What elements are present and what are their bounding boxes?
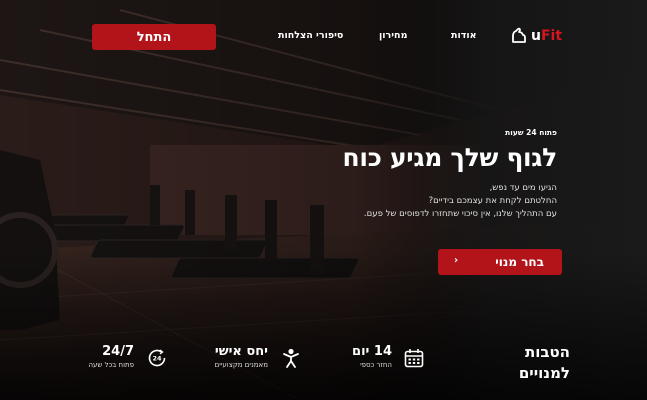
benefit-title: 24/7 xyxy=(102,344,134,359)
hero-eyebrow: פתוח 24 שעות xyxy=(505,128,557,137)
choose-plan-button[interactable]: בחר מנוי ‹ xyxy=(438,249,562,275)
top-navigation: uFit אודות מחירון סיפורי הצלחות התחל xyxy=(0,0,647,70)
clock-24-label: 24 xyxy=(152,355,162,363)
benefit-subtitle: מאמנים מקצועיים xyxy=(214,361,268,369)
hero-description: הגיעו מים עד נפש, החלטתם לקחת את עצמכם ב… xyxy=(227,182,557,221)
choose-plan-label: בחר מנוי xyxy=(495,255,544,269)
benefit-subtitle: החזר כספי xyxy=(360,361,392,369)
benefit-open-24-7: 24/7 פתוח בכל שעה xyxy=(70,344,134,369)
hero-headline: לגוף שלך מגיע כוח xyxy=(342,143,558,172)
hero-section: פתוח 24 שעות לגוף שלך מגיע כוח הגיעו מים… xyxy=(227,128,558,221)
benefit-money-back: 14 יום החזר כספי xyxy=(330,344,392,369)
benefit-title: יחס אישי xyxy=(214,344,268,359)
nav-pricing-link[interactable]: מחירון xyxy=(379,30,407,41)
start-button[interactable]: התחל xyxy=(92,24,216,50)
nav-success-stories-link[interactable]: סיפורי הצלחות xyxy=(278,30,343,41)
brand-name: uFit xyxy=(531,28,563,44)
benefit-subtitle: פתוח בכל שעה xyxy=(88,361,134,369)
clock-24-icon: 24 xyxy=(148,349,166,367)
nav-about-link[interactable]: אודות xyxy=(451,30,477,41)
benefit-title: 14 יום xyxy=(352,344,392,359)
brand-logo[interactable]: uFit xyxy=(510,24,562,48)
hero-description-line: עם התהליך שלנו, אין סיכוי שתחזרו לדפוסים… xyxy=(363,209,557,219)
flexed-arm-icon xyxy=(512,27,526,43)
hero-description-line: החלטתם לקחת את עצמכם בידיים? xyxy=(428,196,557,206)
hero-description-line: הגיעו מים עד נפש, xyxy=(489,183,557,193)
benefits-title: הטבות למנויים xyxy=(500,342,570,384)
benefits-title-line: הטבות xyxy=(524,343,570,361)
benefits-title-line: למנויים xyxy=(518,364,570,382)
trainer-icon xyxy=(283,348,299,368)
chevron-left-icon: ‹ xyxy=(454,255,459,266)
calendar-icon xyxy=(404,349,424,368)
benefit-personal-attention: יחס אישי מאמנים מקצועיים xyxy=(190,344,268,369)
